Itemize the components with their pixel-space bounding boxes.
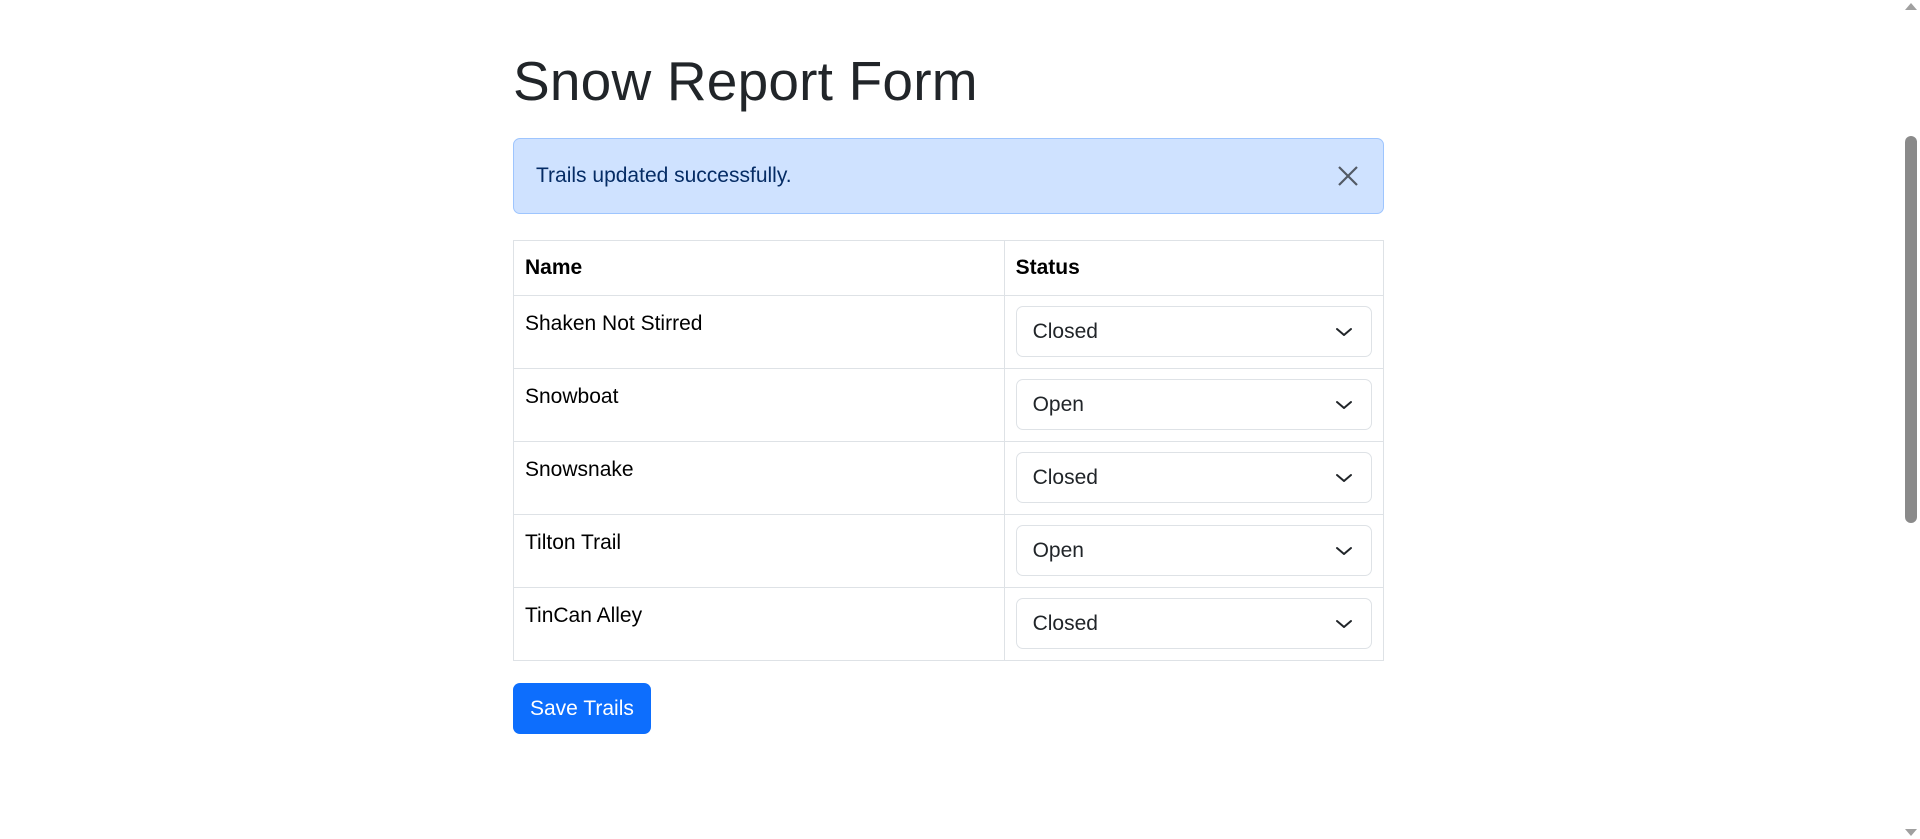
trail-name: Tilton Trail <box>513 514 1005 588</box>
status-select-value: Closed <box>1032 465 1098 489</box>
status-select[interactable]: Closed <box>1015 306 1372 357</box>
trail-name: Snowsnake <box>513 441 1005 515</box>
table-row: Snowsnake Closed <box>513 441 1385 515</box>
success-alert: Trails updated successfully. <box>513 138 1384 214</box>
close-icon[interactable] <box>1333 161 1363 191</box>
trail-name: TinCan Alley <box>513 587 1005 661</box>
column-header-status: Status <box>1003 240 1385 296</box>
status-select-value: Closed <box>1032 319 1098 343</box>
table-row: Shaken Not Stirred Closed <box>513 295 1385 369</box>
chevron-down-icon <box>1335 619 1352 628</box>
status-select-value: Open <box>1032 392 1084 416</box>
page-title: Snow Report Form <box>513 50 978 112</box>
status-select[interactable]: Closed <box>1015 598 1372 649</box>
trails-table: Name Status Shaken Not Stirred Closed Sn… <box>513 240 1385 661</box>
status-select[interactable]: Open <box>1015 525 1372 576</box>
scroll-up-arrow-icon[interactable] <box>1905 3 1917 10</box>
scroll-down-arrow-icon[interactable] <box>1905 829 1917 836</box>
status-select[interactable]: Closed <box>1015 452 1372 503</box>
chevron-down-icon <box>1335 400 1352 409</box>
column-header-name: Name <box>513 240 1005 296</box>
chevron-down-icon <box>1335 546 1352 555</box>
table-row: TinCan Alley Closed <box>513 587 1385 661</box>
vertical-scrollbar[interactable] <box>1901 0 1920 839</box>
chevron-down-icon <box>1335 327 1352 336</box>
alert-message: Trails updated successfully. <box>536 164 792 187</box>
table-header-row: Name Status <box>513 240 1385 296</box>
table-row: Tilton Trail Open <box>513 514 1385 588</box>
scrollbar-thumb[interactable] <box>1905 136 1917 523</box>
save-trails-button[interactable]: Save Trails <box>513 683 651 734</box>
status-select[interactable]: Open <box>1015 379 1372 430</box>
trail-name: Snowboat <box>513 368 1005 442</box>
status-select-value: Closed <box>1032 611 1098 635</box>
page: Snow Report Form Trails updated successf… <box>0 0 1920 839</box>
table-row: Snowboat Open <box>513 368 1385 442</box>
chevron-down-icon <box>1335 473 1352 482</box>
trail-name: Shaken Not Stirred <box>513 295 1005 369</box>
main-container: Snow Report Form Trails updated successf… <box>513 0 1385 734</box>
status-select-value: Open <box>1032 538 1084 562</box>
